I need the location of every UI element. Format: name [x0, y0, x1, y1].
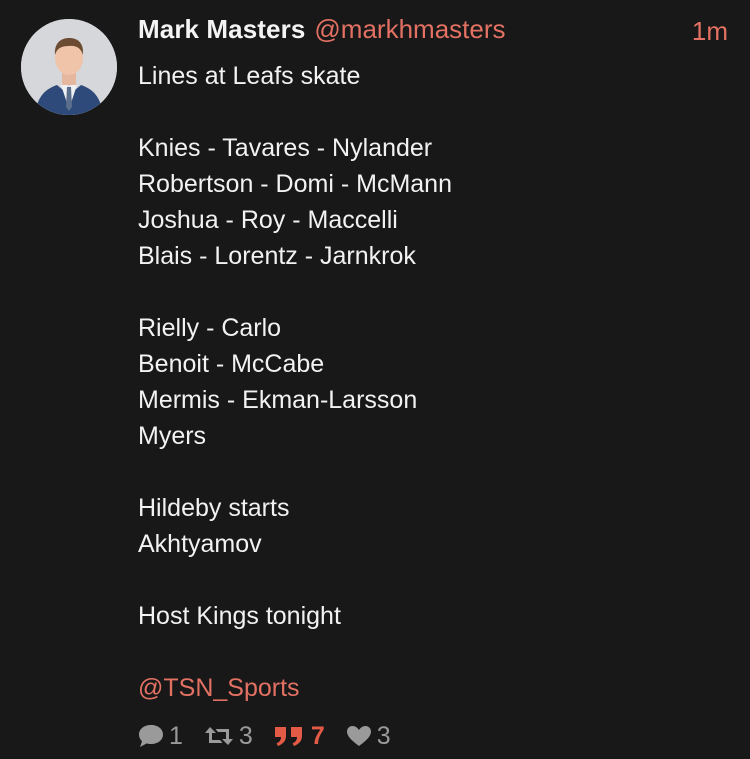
tweet-header: Mark Masters @markhmasters: [138, 14, 506, 50]
author-handle[interactable]: @markhmasters: [314, 14, 505, 45]
reply-count: 1: [169, 721, 183, 750]
tweet-timestamp[interactable]: 1m: [692, 16, 728, 47]
tweet-actions: 1 3 7 3: [137, 719, 407, 753]
tweet-line: Akhtyamov: [138, 530, 262, 558]
tweet-line: Host Kings tonight: [138, 602, 341, 630]
retweet-icon: [204, 727, 233, 745]
like-count: 3: [376, 721, 391, 750]
tweet-line: Benoit - McCabe: [138, 350, 325, 378]
tweet-line: Rielly - Carlo: [138, 314, 282, 342]
author-name[interactable]: Mark Masters: [138, 14, 305, 45]
person-avatar-icon: [21, 19, 117, 115]
mention-link[interactable]: @TSN_Sports: [138, 670, 728, 706]
quote-button[interactable]: 7: [273, 722, 325, 751]
tweet-line: Joshua - Roy - Maccelli: [138, 206, 398, 234]
tweet-line: Lines at Leafs skate: [138, 62, 361, 90]
tweet-body: Lines at Leafs skate Knies - Tavares - N…: [138, 58, 728, 706]
like-button[interactable]: 3: [345, 722, 391, 751]
reply-button[interactable]: 1: [137, 722, 183, 751]
reply-icon: [139, 725, 163, 747]
tweet-line: Knies - Tavares - Nylander: [138, 134, 433, 162]
tweet-line: Robertson - Domi - McMann: [138, 170, 452, 198]
heart-icon: [346, 726, 371, 746]
tweet[interactable]: Mark Masters @markhmasters 1m Lines at L…: [0, 0, 750, 759]
tweet-line: Myers: [138, 422, 207, 450]
quote-icon: [274, 727, 302, 746]
retweet-count: 3: [238, 721, 253, 750]
author-avatar[interactable]: [21, 19, 117, 115]
quote-count: 7: [310, 721, 325, 750]
tweet-line: Blais - Lorentz - Jarnkrok: [138, 242, 416, 270]
retweet-button[interactable]: 3: [203, 722, 253, 751]
tweet-line: Mermis - Ekman-Larsson: [138, 386, 418, 414]
tweet-line: Hildeby starts: [138, 494, 290, 522]
